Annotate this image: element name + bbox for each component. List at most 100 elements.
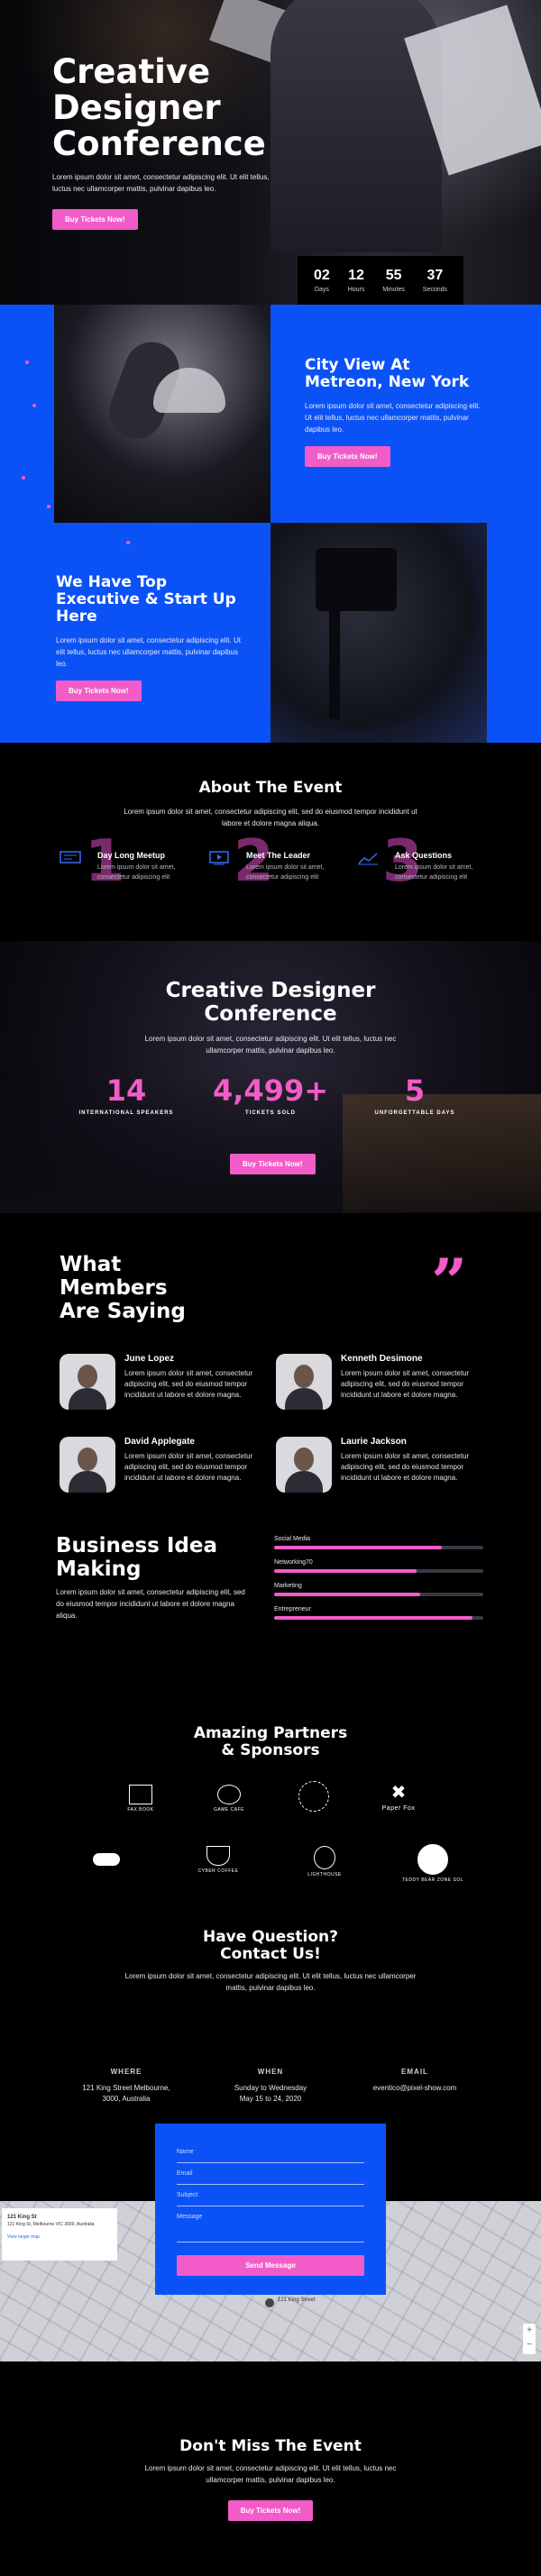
skill-bar-fill xyxy=(274,1569,417,1573)
countdown-days: 02 Days xyxy=(313,268,330,293)
subject-field[interactable]: Subject xyxy=(177,2185,364,2206)
feature-item: 3 Ask Questions Lorem ipsum dolor sit am… xyxy=(352,833,487,898)
testimonial-name: Laurie Jackson xyxy=(341,1437,407,1447)
skill-bar: Entrepreneur xyxy=(274,1606,483,1620)
testimonial-text: Lorem ipsum dolor sit amet, consectetur … xyxy=(124,1369,253,1399)
testimonial-name: Kenneth Desimone xyxy=(341,1354,423,1364)
hero-buy-tickets-button[interactable]: Buy Tickets Now! xyxy=(52,209,138,230)
counter-days: 5 UNFORGETTABLE DAYS xyxy=(374,1073,455,1116)
feature-item: 1 Day Long Meetup Lorem ipsum dolor sit … xyxy=(54,833,189,898)
map-pin-label: 121 King Street xyxy=(278,2297,316,2303)
testimonials-section: What Members Are Saying ” June Lopez Lor… xyxy=(0,1213,541,1529)
avatar xyxy=(60,1437,115,1493)
presentation-icon xyxy=(60,851,81,863)
testimonial-text: Lorem ipsum dolor sit amet, consectetur … xyxy=(341,1369,470,1399)
testimonial-name: David Applegate xyxy=(124,1437,195,1447)
feature-title: Day Long Meetup xyxy=(97,851,166,860)
stats-text: Lorem ipsum dolor sit amet, consectetur … xyxy=(144,1035,397,1055)
executives-buy-tickets-button[interactable]: Buy Tickets Now! xyxy=(56,681,142,701)
contact-info: WHERE 121 King Street Melbourne, 3000, Aus… xyxy=(54,2068,487,2105)
final-text: Lorem ipsum dolor sit amet, consectetur … xyxy=(144,2464,397,2484)
message-field[interactable]: Message xyxy=(177,2206,364,2243)
send-message-button[interactable]: Send Message xyxy=(177,2255,364,2276)
feature-desc: Lorem ipsum dolor sit amet, consectetur … xyxy=(97,864,176,881)
venue-title: City View At Metreon, New York xyxy=(305,356,470,391)
partner-logo: GAME CAFE xyxy=(193,1785,265,1813)
confetti-dot xyxy=(22,476,25,480)
venue-grid-section: City View At Metreon, New York Lorem ips… xyxy=(0,305,541,743)
avatar xyxy=(276,1437,332,1493)
feature-desc: Lorem ipsum dolor sit amet, consectetur … xyxy=(246,864,325,881)
feature-title: Ask Questions xyxy=(395,851,453,860)
video-camera-image xyxy=(316,548,397,611)
confetti-dot xyxy=(126,541,130,544)
avatar xyxy=(60,1354,115,1410)
feature-title: Meet The Leader xyxy=(246,851,311,860)
partners-title: Amazing Partners & Sponsors xyxy=(193,1724,348,1759)
feature-desc: Lorem ipsum dolor sit amet, consectetur … xyxy=(395,864,473,881)
business-title: Business Idea Making xyxy=(56,1534,217,1581)
email-link[interactable]: eventico@pixel-show.com xyxy=(373,2084,457,2092)
hero-subtitle: Lorem ipsum dolor sit amet, consectetur … xyxy=(52,173,270,193)
partner-logo: LIGHTHOUSE xyxy=(289,1846,361,1877)
email-field[interactable]: Email xyxy=(177,2163,364,2185)
contact-where: WHERE 121 King Street Melbourne, 3000, Aus… xyxy=(82,2068,170,2103)
map-pin-icon[interactable] xyxy=(265,2298,274,2307)
skill-bar-fill xyxy=(274,1546,442,1549)
counter-tickets: 4,499+ TICKETS SOLD xyxy=(212,1073,329,1116)
video-icon xyxy=(209,851,229,865)
zoom-in-button[interactable]: + xyxy=(523,2324,536,2338)
avatar xyxy=(276,1354,332,1410)
skill-bar-fill xyxy=(274,1616,473,1620)
partner-logo: ✖ Paper Fox xyxy=(381,1783,416,1812)
map-zoom-controls: + − xyxy=(523,2324,536,2354)
about-text: Lorem ipsum dolor sit amet, consectetur … xyxy=(124,808,417,827)
partner-logo: FAX BOOK xyxy=(105,1785,177,1813)
contact-email: EMAIL eventico@pixel-show.com xyxy=(372,2068,457,2092)
testimonial-text: Lorem ipsum dolor sit amet, consectetur … xyxy=(124,1452,253,1482)
partner-logo xyxy=(278,1781,350,1812)
final-cta-section: Don't Miss The Event Lorem ipsum dolor s… xyxy=(0,2385,541,2576)
venue-block: City View At Metreon, New York Lorem ips… xyxy=(305,357,485,467)
confetti-dot xyxy=(47,505,50,508)
skill-bar: Social Media xyxy=(274,1536,483,1549)
stats-section: Creative Designer Conference Lorem ipsum… xyxy=(0,941,541,1213)
venue-buy-tickets-button[interactable]: Buy Tickets Now! xyxy=(305,446,390,467)
contact-title: Have Question? Contact Us! xyxy=(202,1928,339,1963)
about-section: About The Event Lorem ipsum dolor sit am… xyxy=(0,743,541,941)
partner-logo: TEDDY BEAR ZONE SOL xyxy=(397,1844,469,1883)
hero-section: Creative Designer Conference Lorem ipsum… xyxy=(0,0,541,305)
confetti-dot xyxy=(25,361,29,364)
counter-speakers: 14 INTERNATIONAL SPEAKERS xyxy=(78,1073,174,1116)
stats-buy-tickets-button[interactable]: Buy Tickets Now! xyxy=(230,1154,316,1174)
final-buy-tickets-button[interactable]: Buy Tickets Now! xyxy=(227,2500,314,2521)
countdown-minutes: 55 Minutes xyxy=(382,268,405,293)
feature-item: 2 Meet The Leader Lorem ipsum dolor sit … xyxy=(203,833,338,898)
skill-bar: Networking70 xyxy=(274,1559,483,1573)
tripod-image xyxy=(329,611,340,719)
business-section: Business Idea Making Lorem ipsum dolor s… xyxy=(0,1529,541,1718)
about-title: About The Event xyxy=(198,779,343,797)
countdown-timer: 02 Days 12 Hours 55 Minutes 37 Seconds xyxy=(298,256,463,305)
stats-title: Creative Designer Conference xyxy=(165,979,376,1026)
confetti-dot xyxy=(32,404,36,407)
view-larger-map-link[interactable]: View larger map xyxy=(7,2233,112,2241)
name-field[interactable]: Name xyxy=(177,2142,364,2163)
partner-logo xyxy=(70,1853,142,1866)
countdown-hours: 12 Hours xyxy=(347,268,365,293)
skill-bar: Marketing xyxy=(274,1583,483,1596)
zoom-out-button[interactable]: − xyxy=(523,2338,536,2352)
business-text: Lorem ipsum dolor sit amet, consectetur … xyxy=(56,1588,245,1620)
partner-logo: CYBER COFFEE xyxy=(182,1846,254,1874)
contact-form: Name Email Subject Message Send Message xyxy=(155,2124,386,2295)
testimonial-text: Lorem ipsum dolor sit amet, consectetur … xyxy=(341,1452,470,1482)
contact-section: Have Question? Contact Us! Lorem ipsum d… xyxy=(0,1907,541,2385)
final-title: Don't Miss The Event xyxy=(179,2437,362,2455)
contact-when: WHEN Sunday to Wednesday May 15 to 24, 202… xyxy=(234,2068,307,2103)
hero-title: Creative Designer Conference xyxy=(52,52,266,163)
contact-text: Lorem ipsum dolor sit amet, consectetur … xyxy=(124,1972,417,1992)
counter-list: 14 INTERNATIONAL SPEAKERS 4,499+ TICKETS S… xyxy=(54,1074,487,1116)
map-info-card: 121 King St 121 King St, Melbourne VIC 3… xyxy=(2,2208,117,2261)
executives-block: We Have Top Executive & Start Up Here Lo… xyxy=(56,574,245,701)
testimonials-title: What Members Are Saying xyxy=(60,1253,186,1323)
